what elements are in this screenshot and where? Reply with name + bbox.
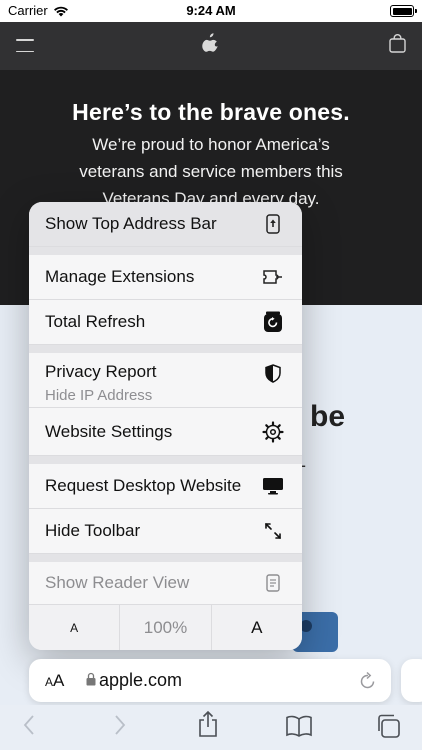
menu-icon[interactable] (16, 39, 34, 52)
background-headline-fragment: be (310, 400, 346, 433)
show-reader-view-item[interactable]: Show Reader View (29, 562, 302, 605)
shopping-bag-icon[interactable] (389, 34, 406, 53)
manage-extensions-label: Manage Extensions (45, 267, 195, 286)
bottom-toolbar (0, 705, 422, 750)
reload-icon[interactable] (359, 670, 377, 690)
shield-icon (262, 362, 284, 384)
website-settings-label: Website Settings (45, 421, 173, 441)
extensions-icon (262, 266, 284, 288)
next-tab-address-bar[interactable] (401, 659, 422, 702)
privacy-report-label: Privacy Report (45, 362, 157, 381)
top-address-bar-icon (262, 213, 284, 235)
website-settings-item[interactable]: Website Settings (29, 408, 302, 456)
share-icon[interactable] (197, 710, 219, 738)
total-refresh-label: Total Refresh (45, 312, 146, 331)
address-bar[interactable]: AA apple.com (29, 659, 391, 702)
resize-arrows-icon (262, 520, 284, 542)
show-top-address-bar-label: Show Top Address Bar (45, 214, 217, 233)
battery-icon (390, 5, 417, 17)
increase-font-button[interactable]: A (212, 605, 302, 650)
tabs-icon[interactable] (375, 713, 401, 739)
status-bar: Carrier 9:24 AM (0, 0, 422, 22)
font-size-controls: A 100% A (29, 605, 302, 650)
back-icon[interactable] (22, 714, 36, 736)
show-top-address-bar-item[interactable]: Show Top Address Bar (29, 202, 302, 247)
hero-body: We’re proud to honor America’s veterans … (79, 135, 343, 208)
forward-icon[interactable] (113, 714, 127, 736)
decrease-font-button[interactable]: A (29, 605, 121, 650)
hero-title: Here’s to the brave ones. (72, 99, 350, 125)
total-refresh-item[interactable]: Total Refresh (29, 300, 302, 345)
zoom-level[interactable]: 100% (120, 605, 212, 650)
aa-small: A (45, 675, 54, 689)
hide-toolbar-label: Hide Toolbar (45, 521, 141, 540)
manage-extensions-item[interactable]: Manage Extensions (29, 255, 302, 300)
url-text[interactable]: apple.com (99, 670, 182, 691)
privacy-report-sublabel: Hide IP Address (45, 387, 153, 404)
request-desktop-website-item[interactable]: Request Desktop Website (29, 464, 302, 509)
gear-icon (262, 420, 284, 443)
privacy-report-item[interactable]: Privacy Report Hide IP Address (29, 353, 302, 408)
request-desktop-website-label: Request Desktop Website (45, 476, 242, 495)
page-menu-button[interactable]: AA (45, 671, 64, 691)
total-refresh-icon (262, 311, 284, 333)
site-nav (0, 22, 422, 70)
status-time: 9:24 AM (186, 3, 236, 18)
hide-toolbar-item[interactable]: Hide Toolbar (29, 509, 302, 554)
bookmarks-icon[interactable] (285, 715, 313, 737)
lock-icon (86, 672, 96, 686)
reader-view-icon (262, 572, 284, 594)
desktop-icon (262, 475, 284, 497)
page-menu: Show Top Address Bar Manage Extensions T… (29, 202, 302, 650)
show-reader-view-label: Show Reader View (45, 573, 190, 592)
apple-logo-icon[interactable] (202, 32, 219, 52)
aa-large: A (53, 671, 65, 690)
